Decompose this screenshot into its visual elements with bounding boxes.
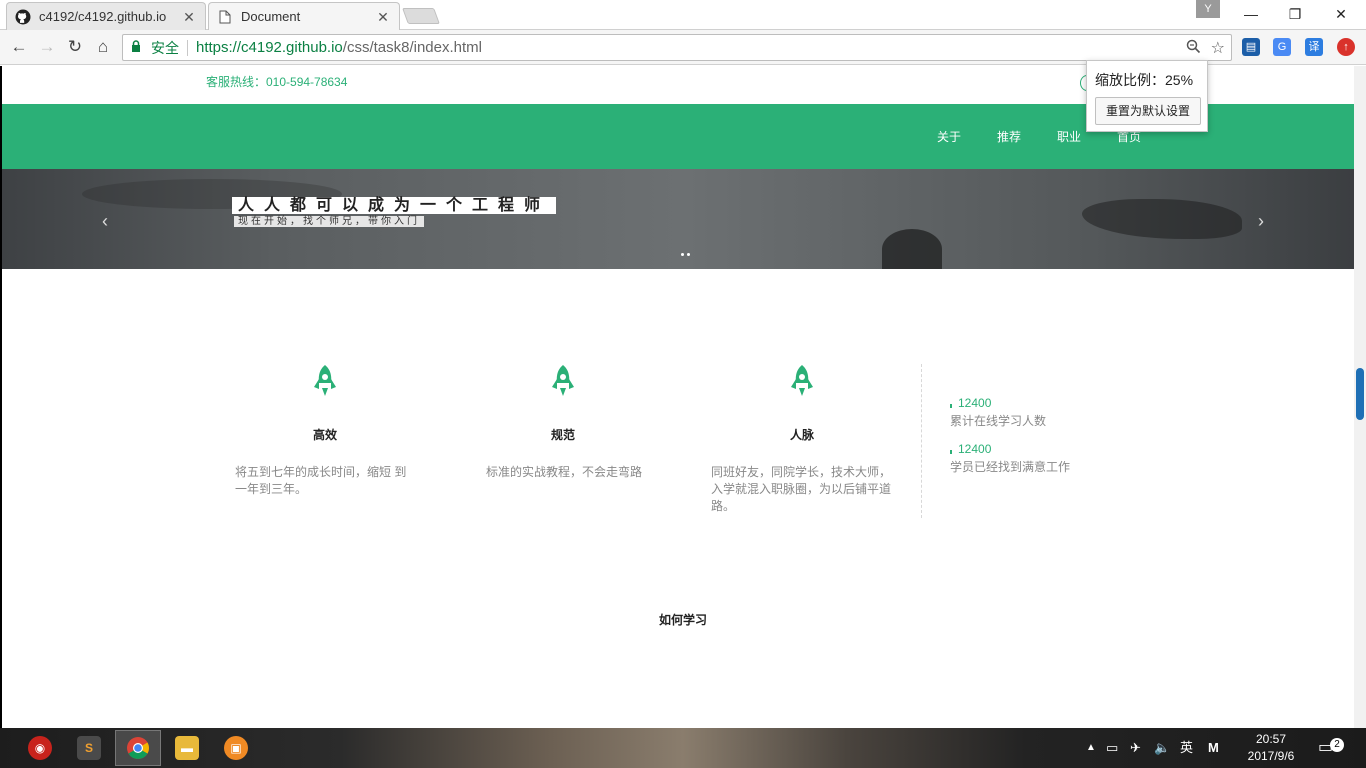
lock-icon	[131, 40, 145, 55]
carousel-dots[interactable]	[681, 253, 690, 256]
minimize-button[interactable]: —	[1228, 0, 1274, 28]
taskbar-app-store[interactable]: ▣	[213, 730, 259, 766]
stat-label: 学员已经找到满意工作	[950, 460, 1071, 474]
reset-zoom-button[interactable]: 重置为默认设置	[1095, 97, 1201, 125]
music-app-icon: ◉	[28, 736, 52, 760]
notification-count: 2	[1330, 738, 1344, 752]
rocket-icon	[314, 365, 336, 396]
feature-description: 将五到七年的成长时间，缩短 到一年到三年。	[235, 465, 407, 496]
translate-alt-icon[interactable]: 译	[1305, 38, 1323, 56]
restore-button[interactable]: ❐	[1272, 0, 1318, 28]
document-icon	[217, 9, 233, 25]
nav-item-about[interactable]: 关于	[937, 128, 961, 145]
feature-icon-wrap	[473, 364, 653, 405]
stats-divider	[921, 364, 922, 518]
battery-icon[interactable]: ▭	[1106, 728, 1118, 768]
clock[interactable]: 20:57 2017/9/6	[1236, 731, 1306, 765]
ime-mode-label[interactable]: M	[1208, 728, 1219, 768]
chrome-icon	[126, 736, 150, 760]
banner-decoration	[882, 229, 942, 269]
tab-title: c4192/c4192.github.io	[39, 9, 167, 24]
zoom-popup: 缩放比例：25% 重置为默认设置	[1086, 60, 1208, 132]
chevron-up-icon[interactable]: ▲	[1086, 728, 1096, 768]
profile-badge[interactable]: Y	[1196, 0, 1220, 18]
extension-red-icon[interactable]: ↑	[1337, 38, 1355, 56]
close-icon[interactable]: ✕	[375, 9, 391, 25]
secure-label: 安全	[151, 39, 179, 56]
airplane-icon[interactable]: ✈	[1130, 728, 1141, 768]
zoom-level-label: 缩放比例：25%	[1095, 72, 1194, 88]
feature-icon-wrap	[712, 364, 892, 405]
forward-icon[interactable]: →	[36, 36, 58, 58]
banner-decoration	[1082, 199, 1242, 239]
taskbar-app-sublime[interactable]: S	[66, 730, 112, 766]
stat-label: 累计在线学习人数	[950, 414, 1047, 428]
url-path: /css/task8/index.html	[342, 39, 482, 56]
star-icon[interactable]: ☆	[1211, 38, 1225, 58]
rocket-icon	[552, 365, 574, 396]
zoom-icon[interactable]	[1186, 39, 1201, 58]
feature-title: 规范	[550, 428, 575, 442]
back-icon[interactable]: ←	[8, 36, 30, 58]
scrollbar-thumb[interactable]	[1356, 368, 1364, 420]
tab-strip: c4192/c4192.github.io ✕ Document ✕ Y — ❐…	[0, 0, 1366, 30]
scrollbar[interactable]	[1354, 66, 1366, 728]
taskbar-app-music[interactable]: ◉	[17, 730, 63, 766]
volume-icon[interactable]: 🔈	[1154, 728, 1170, 768]
extension-icon[interactable]: ▤	[1242, 38, 1260, 56]
taskbar-app-explorer[interactable]: ▬	[164, 730, 210, 766]
feature-icon-wrap	[235, 364, 415, 405]
chevron-right-icon[interactable]: ›	[1258, 211, 1264, 232]
feature-description: 标准的实战教程，不会走弯路	[486, 465, 643, 479]
url-host: https://c4192.github.io	[196, 39, 343, 56]
chevron-left-icon[interactable]: ‹	[102, 211, 108, 232]
reload-icon[interactable]: ↻	[64, 36, 86, 58]
banner-title: 人人都可以成为一个工程师	[232, 197, 557, 214]
close-icon[interactable]: ✕	[181, 9, 197, 25]
tab-title: Document	[241, 9, 301, 24]
feature-title: 高效	[312, 428, 337, 442]
banner-subtitle: 现在开始，找个师兄，带你入门	[234, 216, 424, 227]
tab-document[interactable]: Document ✕	[208, 2, 400, 30]
rocket-icon	[791, 365, 813, 396]
feature-description: 同班好友，同院学长，技术大师，入学就混入职脉圈，为以后铺平道路。	[711, 465, 892, 513]
tab-github[interactable]: c4192/c4192.github.io ✕	[6, 2, 206, 30]
clock-date: 2017/9/6	[1247, 749, 1295, 763]
store-icon: ▣	[224, 736, 248, 760]
address-bar[interactable]: 安全 https://c4192.github.io /css/task8/in…	[122, 34, 1232, 61]
hotline-text: 客服热线：010-594-78634	[206, 75, 348, 89]
clock-time: 20:57	[1255, 732, 1287, 746]
page-content: 客服热线：010-594-78634 关于 推荐 职业 首页 人人都可以成为一个…	[0, 66, 1366, 728]
translate-icon[interactable]: G	[1273, 38, 1291, 56]
stat-number: 12400	[950, 396, 991, 410]
sublime-text-icon: S	[77, 736, 101, 760]
taskbar-app-chrome[interactable]	[115, 730, 161, 766]
new-tab-button[interactable]	[402, 8, 440, 24]
close-window-button[interactable]: ✕	[1318, 0, 1364, 28]
divider	[187, 39, 188, 56]
feature-title: 人脉	[789, 428, 814, 442]
taskbar: ◉ S ▬ ▣ ▲ ▭ ✈ 🔈 英 M 20:57 2017/9/6 ▭ 2	[0, 728, 1366, 768]
home-icon[interactable]: ⌂	[92, 36, 114, 58]
ime-label[interactable]: 英	[1180, 728, 1193, 768]
folder-icon: ▬	[175, 736, 199, 760]
nav-item-recommend[interactable]: 推荐	[997, 128, 1021, 145]
hero-banner: 人人都可以成为一个工程师 现在开始，找个师兄，带你入门 ‹ ›	[2, 169, 1364, 269]
github-icon	[15, 9, 31, 25]
nav-item-career[interactable]: 职业	[1057, 128, 1081, 145]
section-title: 如何学习	[658, 613, 707, 627]
stat-number: 12400	[950, 442, 991, 456]
